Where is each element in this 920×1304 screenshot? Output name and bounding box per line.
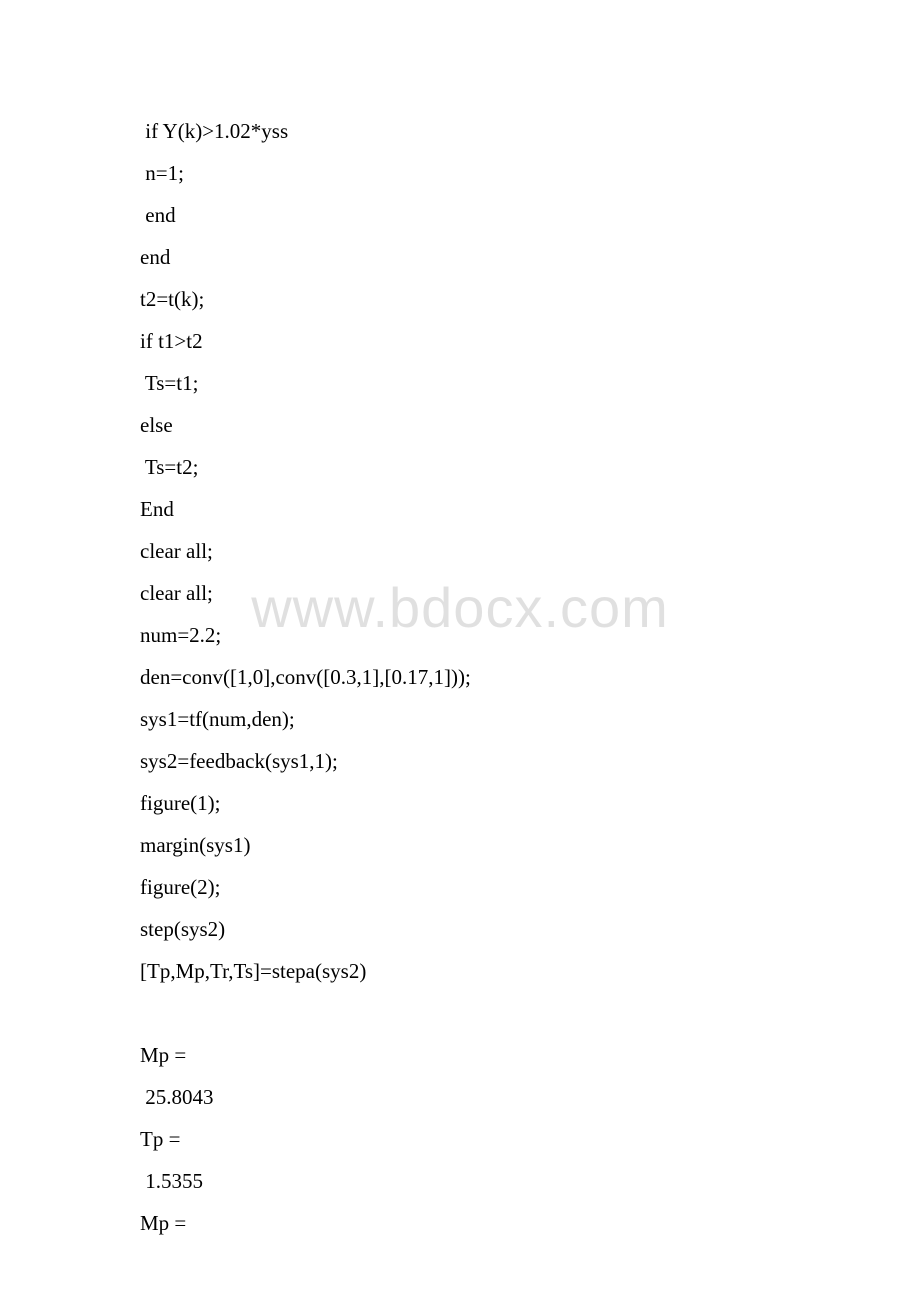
code-line: Ts=t1;	[140, 362, 780, 404]
code-line: else	[140, 404, 780, 446]
document-page: www.bdocx.com if Y(k)>1.02*yss n=1; ende…	[0, 0, 920, 1304]
code-line: 1.5355	[140, 1160, 780, 1202]
code-line: n=1;	[140, 152, 780, 194]
code-line: End	[140, 488, 780, 530]
code-line: Mp =	[140, 1202, 780, 1244]
code-line	[140, 992, 780, 1034]
code-line: figure(1);	[140, 782, 780, 824]
code-line: den=conv([1,0],conv([0.3,1],[0.17,1]));	[140, 656, 780, 698]
code-line: clear all;	[140, 530, 780, 572]
code-line: sys1=tf(num,den);	[140, 698, 780, 740]
code-line: step(sys2)	[140, 908, 780, 950]
code-line: if Y(k)>1.02*yss	[140, 110, 780, 152]
code-line: clear all;	[140, 572, 780, 614]
code-line: 25.8043	[140, 1076, 780, 1118]
code-line: sys2=feedback(sys1,1);	[140, 740, 780, 782]
code-line: num=2.2;	[140, 614, 780, 656]
code-line: if t1>t2	[140, 320, 780, 362]
code-line: t2=t(k);	[140, 278, 780, 320]
code-line: Tp =	[140, 1118, 780, 1160]
code-line: figure(2);	[140, 866, 780, 908]
code-line: end	[140, 236, 780, 278]
code-line: Mp =	[140, 1034, 780, 1076]
code-content: if Y(k)>1.02*yss n=1; endendt2=t(k);if t…	[140, 110, 780, 1244]
code-line: end	[140, 194, 780, 236]
code-line: Ts=t2;	[140, 446, 780, 488]
code-line: margin(sys1)	[140, 824, 780, 866]
code-line: [Tp,Mp,Tr,Ts]=stepa(sys2)	[140, 950, 780, 992]
